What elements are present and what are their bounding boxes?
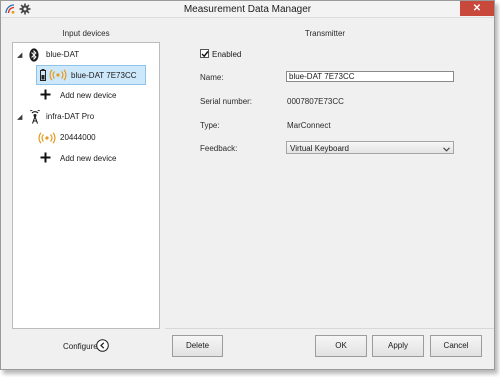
delete-button[interactable]: Delete xyxy=(172,335,223,357)
feedback-label: Feedback: xyxy=(200,144,238,153)
collapse-arrow-icon[interactable]: ◢ xyxy=(17,113,22,121)
tree-item-label: 20444000 xyxy=(60,133,96,142)
tree-group-infra-dat-pro[interactable]: ◢ infra-DAT Pro xyxy=(13,107,159,127)
apply-button[interactable]: Apply xyxy=(372,335,424,357)
antenna-icon xyxy=(29,108,41,126)
signal-waves-icon xyxy=(38,132,56,146)
configure-label: Configure xyxy=(63,342,98,351)
add-new-device-label: Add new device xyxy=(60,91,117,100)
battery-icon xyxy=(40,69,46,83)
add-new-device-infra-dat-pro[interactable]: Add new device xyxy=(13,149,159,169)
transmitter-heading: Transmitter xyxy=(304,29,346,38)
serial-number-label: Serial number: xyxy=(200,97,253,106)
tree-item-20444000[interactable]: 20444000 xyxy=(13,128,159,148)
tree-item-label: blue-DAT 7E73CC xyxy=(71,71,137,80)
add-new-device-label: Add new device xyxy=(60,154,117,163)
feedback-select[interactable]: Virtual Keyboard xyxy=(286,141,454,154)
chevron-left-circle-icon xyxy=(96,339,109,354)
checkmark-icon xyxy=(201,51,209,58)
ok-button[interactable]: OK xyxy=(315,335,367,357)
collapse-arrow-icon[interactable]: ◢ xyxy=(17,51,22,59)
enabled-label: Enabled xyxy=(212,50,242,59)
input-devices-heading: Input devices xyxy=(62,29,110,38)
type-label: Type: xyxy=(200,121,220,130)
enabled-checkbox[interactable] xyxy=(200,49,209,58)
tree-group-label: infra-DAT Pro xyxy=(46,112,95,121)
tree-group-blue-dat[interactable]: ◢ blue-DAT xyxy=(13,45,159,65)
window-title: Measurement Data Manager xyxy=(183,4,312,15)
name-label: Name: xyxy=(200,73,224,82)
plus-icon xyxy=(40,152,51,165)
serial-number-value: 0007807E73CC xyxy=(287,97,344,106)
plus-icon xyxy=(40,89,51,102)
cancel-button[interactable]: Cancel xyxy=(430,335,482,357)
tree-item-blue-dat-7e73cc[interactable]: blue-DAT 7E73CC xyxy=(36,65,146,85)
footer-divider xyxy=(165,328,494,329)
signal-waves-icon xyxy=(49,69,67,83)
chevron-down-icon xyxy=(443,145,450,154)
add-new-device-blue-dat[interactable]: Add new device xyxy=(13,86,159,106)
dialog-window: Measurement Data Manager ✕ Input devices… xyxy=(0,0,495,370)
title-bar: Measurement Data Manager ✕ xyxy=(1,1,494,18)
name-input[interactable] xyxy=(286,71,454,82)
close-button[interactable]: ✕ xyxy=(460,1,494,16)
feedback-selected-value: Virtual Keyboard xyxy=(290,144,349,153)
type-value: MarConnect xyxy=(287,121,331,130)
tree-group-label: blue-DAT xyxy=(46,50,80,59)
device-tree[interactable]: ◢ blue-DAT blue-DAT 7E73CC Add new devic… xyxy=(12,42,160,329)
bluetooth-icon xyxy=(29,48,39,64)
